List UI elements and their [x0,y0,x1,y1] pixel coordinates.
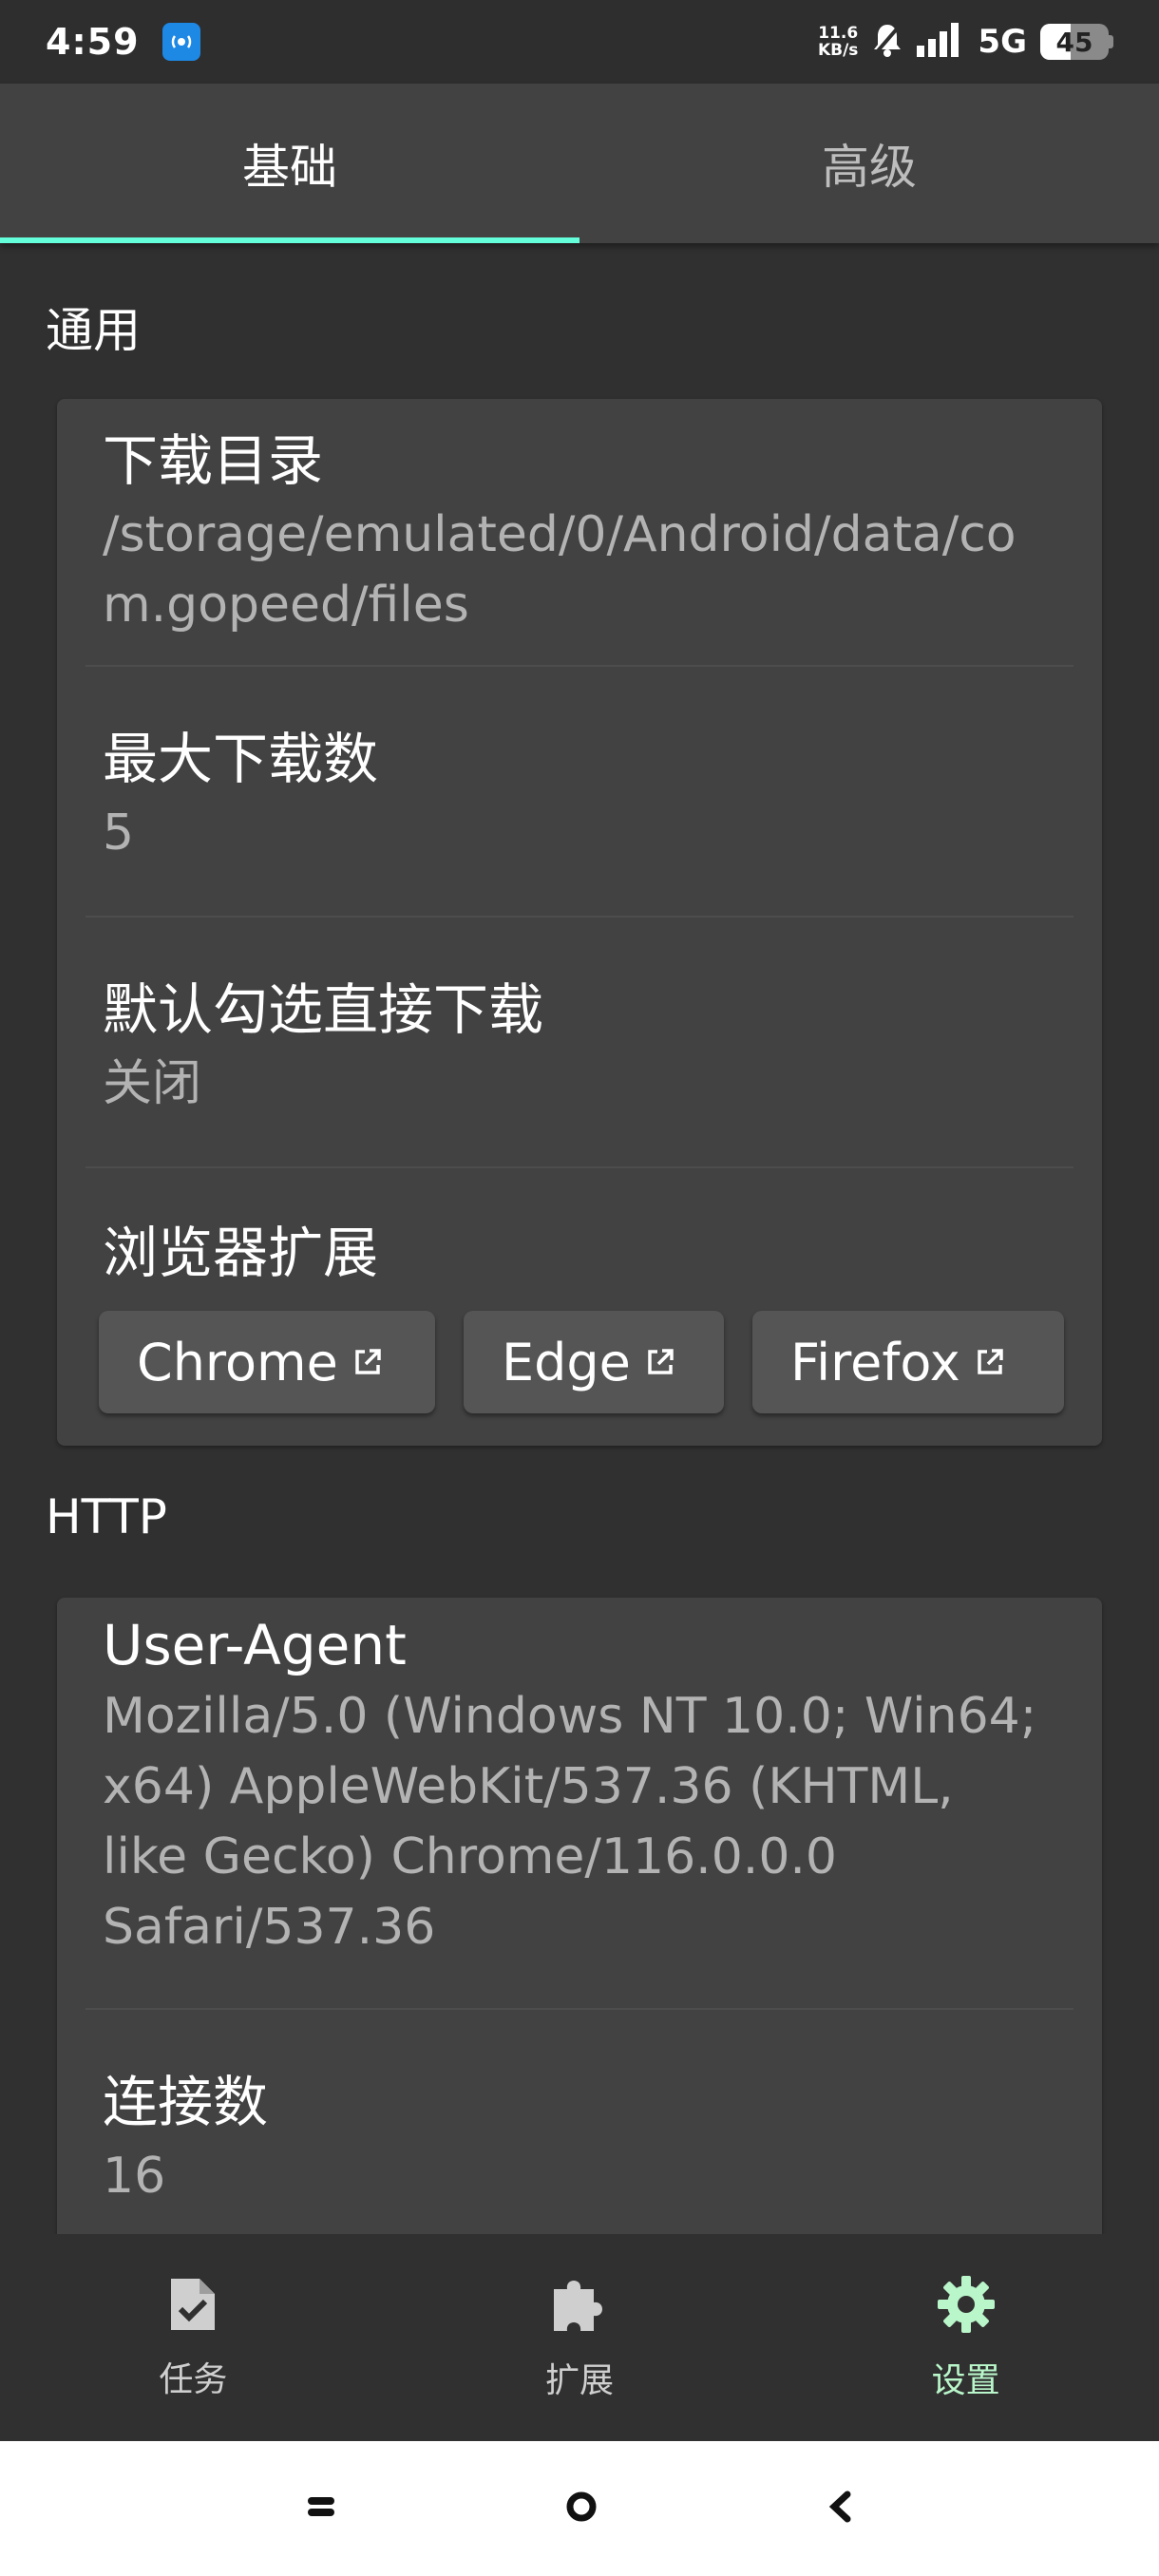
http-settings-card: User-Agent Mozilla/5.0 (Windows NT 10.0;… [57,1598,1102,2234]
open-external-icon [974,1346,1006,1378]
nav-label: 任务 [159,2359,228,2399]
setting-user-agent[interactable]: User-Agent Mozilla/5.0 (Windows NT 10.0;… [57,1598,1102,2010]
gear-icon [936,2274,997,2343]
bottom-navigation: 任务 扩展 设置 [0,2234,1159,2441]
setting-title: 最大下载数 [103,727,379,791]
status-bar: 4:59 11.6 KB/s 5G 45 [0,0,1159,84]
setting-direct-download[interactable]: 默认勾选直接下载 关闭 [57,918,1102,1168]
nav-label: 扩展 [544,2360,614,2400]
edge-extension-button[interactable]: Edge [464,1311,724,1413]
puzzle-icon [548,2274,611,2343]
network-speed: 11.6 KB/s [817,24,859,60]
setting-value: Mozilla/5.0 (Windows NT 10.0; Win64; x64… [103,1688,1037,1956]
status-time: 4:59 [46,21,140,63]
setting-value: 关闭 [103,1055,202,1112]
recent-apps-icon[interactable] [306,2491,336,2526]
setting-title: 连接数 [103,2070,269,2134]
section-title-http: HTTP [46,1489,167,1544]
setting-title: User-Agent [103,1613,407,1677]
nav-item-tasks[interactable]: 任务 [50,2275,335,2401]
firefox-extension-button[interactable]: Firefox [752,1311,1064,1413]
setting-browser-extension: 浏览器扩展 Chrome Edge Firefox [57,1168,1102,1446]
tab-basic[interactable]: 基础 [0,84,580,243]
battery-indicator: 45 [1040,24,1113,60]
tab-advanced[interactable]: 高级 [580,84,1159,243]
settings-content[interactable]: 通用 下载目录 /storage/emulated/0/Android/data… [0,243,1159,2234]
open-external-icon [644,1346,676,1378]
settings-tabs: 基础 高级 [0,84,1159,243]
nav-item-settings[interactable]: 设置 [824,2274,1109,2402]
chrome-extension-button[interactable]: Chrome [99,1311,435,1413]
setting-value: 16 [103,2148,166,2205]
general-settings-card: 下载目录 /storage/emulated/0/Android/data/co… [57,399,1102,1446]
setting-value: 5 [103,805,135,862]
nav-item-extensions[interactable]: 扩展 [437,2274,722,2402]
bell-muted-icon [871,22,903,62]
setting-download-dir[interactable]: 下载目录 /storage/emulated/0/Android/data/co… [57,399,1102,667]
setting-connections[interactable]: 连接数 16 [57,2010,1102,2234]
home-icon[interactable] [564,2490,598,2528]
system-navigation-bar [0,2441,1159,2576]
open-external-icon [352,1346,384,1378]
setting-title: 浏览器扩展 [103,1221,379,1285]
battery-level: 45 [1055,26,1093,58]
setting-title: 默认勾选直接下载 [103,977,544,1042]
section-title-general: 通用 [46,303,141,358]
back-icon[interactable] [826,2490,853,2528]
task-icon [167,2275,218,2342]
setting-value: /storage/emulated/0/Android/data/com.gop… [103,506,1016,634]
network-type: 5G [978,23,1027,61]
nav-label: 设置 [931,2360,1000,2400]
app-notification-icon [162,23,200,61]
signal-icon [917,23,964,61]
setting-max-downloads[interactable]: 最大下载数 5 [57,667,1102,918]
setting-title: 下载目录 [103,428,324,493]
